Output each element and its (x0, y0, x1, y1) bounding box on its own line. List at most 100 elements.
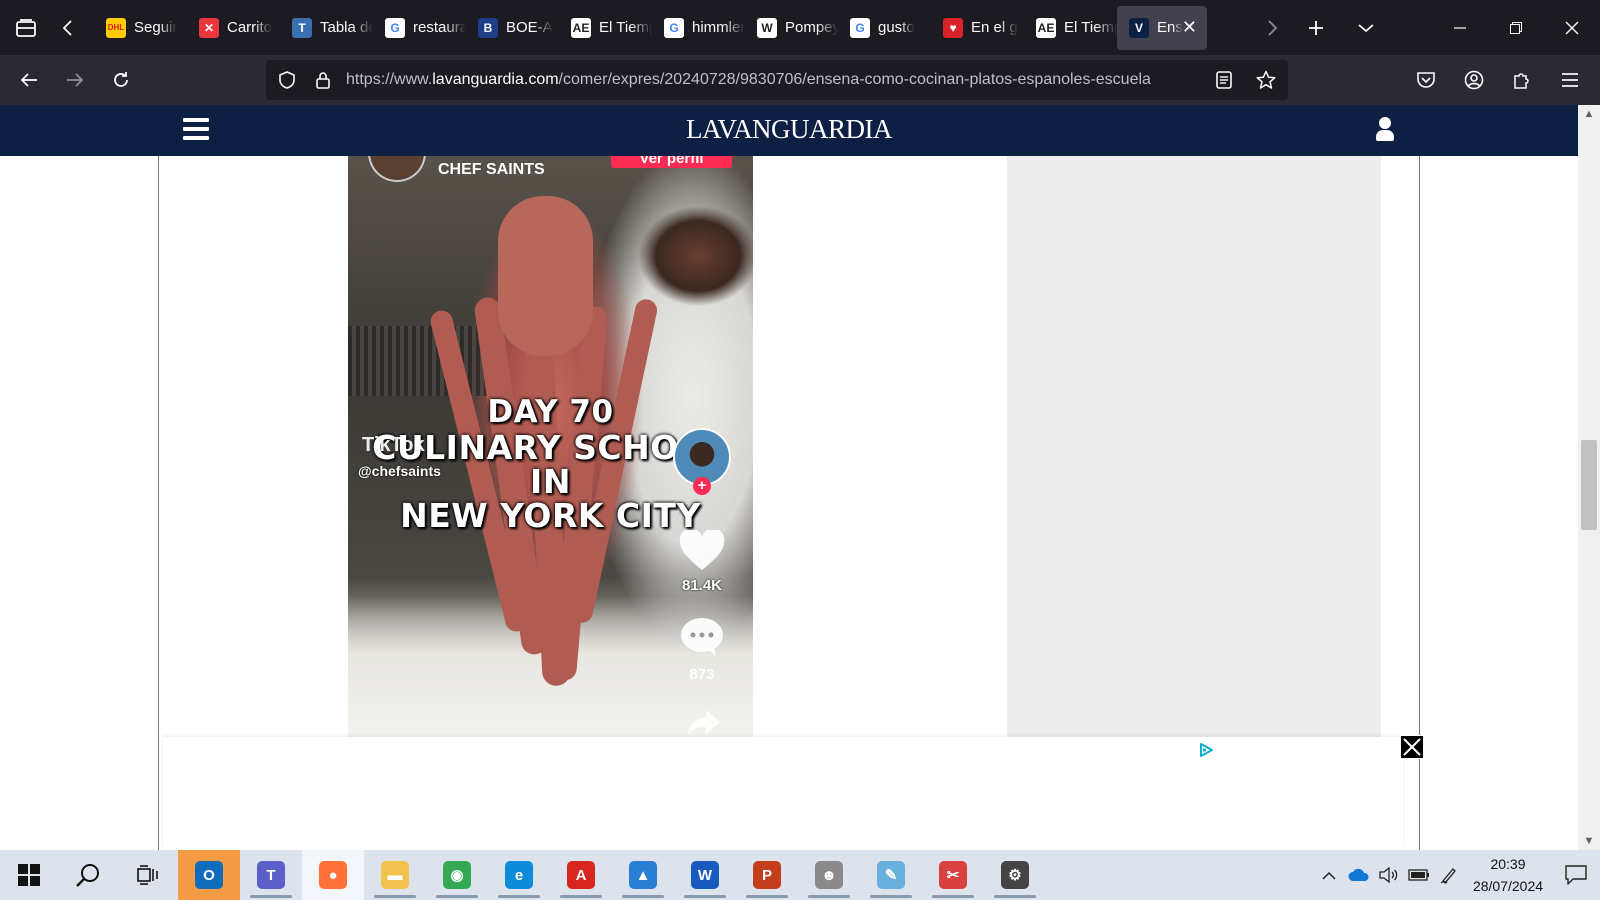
onedrive-cloud-icon[interactable] (1344, 850, 1374, 900)
pinned-apps: O T ● ▬ ◉ e A ▲ W P ☻ ✎ ✂ ⚙ (178, 850, 1046, 900)
adchoices-icon[interactable] (1198, 742, 1214, 758)
clock-date: 28/07/2024 (1472, 878, 1544, 894)
scroll-tabs-right-button[interactable] (1252, 0, 1292, 55)
file-explorer-icon: ▬ (381, 861, 409, 889)
arrow-left-icon (20, 73, 37, 87)
volume-icon[interactable] (1374, 850, 1404, 900)
taskbar-app-button[interactable]: ◉ (426, 850, 488, 900)
taskbar-app-button[interactable]: ✂ (922, 850, 984, 900)
browser-tab[interactable]: W Pompeya (745, 6, 838, 50)
new-tab-button[interactable] (1292, 0, 1340, 55)
taskbar-app-button[interactable]: ● (302, 850, 364, 900)
bottom-ad-banner[interactable] (163, 735, 1424, 850)
taskbar-app-button[interactable]: P (736, 850, 798, 900)
pocket-button[interactable] (1404, 62, 1448, 98)
system-clock[interactable]: 20:39 28/07/2024 (1464, 853, 1552, 897)
reader-view-button[interactable] (1206, 70, 1242, 90)
scroll-thumb[interactable] (1581, 440, 1597, 530)
google-icon: G (850, 17, 870, 38)
url-host: lavanguardia.com (432, 71, 559, 88)
notification-center-button[interactable] (1552, 850, 1600, 900)
close-tab-icon[interactable]: ✕ (1182, 17, 1197, 38)
browser-tab[interactable]: AE El Tiempo (1024, 6, 1117, 50)
address-bar[interactable]: https://www.lavanguardia.com/comer/expre… (266, 60, 1288, 100)
taskbar-app-button[interactable]: e (488, 850, 550, 900)
browser-tab[interactable]: AE El Tiempo (559, 6, 652, 50)
browser-tab[interactable]: Grestaurante (373, 6, 466, 50)
user-account-icon[interactable] (1374, 117, 1396, 143)
list-all-tabs-button[interactable] (1340, 0, 1392, 55)
tab-title: Ens (1157, 19, 1183, 36)
close-window-button[interactable] (1544, 0, 1600, 55)
game-icon: ☻ (815, 861, 843, 889)
tab-strip-controls (1252, 0, 1600, 55)
browser-tab[interactable]: V Ens ✕ (1117, 5, 1207, 50)
browser-tab[interactable]: Ghimmler (652, 6, 745, 50)
taskbar-app-button[interactable]: ▬ (364, 850, 426, 900)
view-profile-button[interactable]: Ver perfil (611, 156, 732, 168)
acrobat-icon: A (567, 861, 595, 889)
browser-tab[interactable]: ♥ En el g (931, 6, 1024, 50)
tab-list: DHLSeguir✕CarritoTTabla deGrestauranteBB… (94, 0, 1207, 55)
taskbar-app-button[interactable]: O (178, 850, 240, 900)
battery-icon[interactable] (1404, 850, 1434, 900)
back-button[interactable] (8, 62, 50, 98)
close-ad-button[interactable] (1400, 735, 1424, 759)
site-logo[interactable]: LAVANGUARDIA (0, 114, 1578, 145)
url-prefix: https://www. (346, 71, 433, 88)
heart-icon[interactable] (679, 530, 725, 572)
comment-icon[interactable] (680, 617, 724, 657)
menu-icon (1562, 73, 1578, 87)
task-view-icon (137, 865, 158, 885)
minimize-button[interactable] (1432, 0, 1488, 55)
creator-handle[interactable]: @chefsaints (358, 463, 441, 479)
taskbar-app-button[interactable]: T (240, 850, 302, 900)
pen-ink-icon[interactable] (1434, 850, 1464, 900)
browser-tab[interactable]: T Tabla de (280, 6, 373, 50)
author-name[interactable]: CHEF SAINTS (438, 161, 545, 179)
scroll-up-arrow-icon[interactable]: ▲ (1578, 105, 1600, 123)
app-menu-button[interactable] (1548, 62, 1592, 98)
scroll-down-arrow-icon[interactable]: ▼ (1578, 832, 1600, 850)
browser-tab[interactable]: DHL Seguir (94, 6, 187, 50)
taskbar-app-button[interactable]: ☻ (798, 850, 860, 900)
google-icon: G (664, 17, 684, 38)
show-hidden-icons-chevron-up-icon[interactable] (1314, 850, 1344, 900)
reload-button[interactable] (100, 62, 142, 98)
taskbar-app-button[interactable]: ✎ (860, 850, 922, 900)
close-icon (1565, 21, 1579, 34)
tracking-protection-shield-icon[interactable] (272, 71, 302, 89)
share-icon[interactable] (686, 708, 722, 738)
star-icon (1256, 70, 1276, 89)
extensions-button[interactable] (1500, 62, 1544, 98)
browser-tab[interactable]: Ggusto (838, 6, 931, 50)
taskbar-app-button[interactable]: A (550, 850, 612, 900)
start-button[interactable] (0, 850, 58, 900)
page-scrollbar[interactable]: ▲ ▼ (1578, 105, 1600, 850)
user-icon-body (1376, 130, 1394, 141)
scroll-tabs-left-button[interactable] (48, 8, 88, 48)
taskbar-app-button[interactable]: ▲ (612, 850, 674, 900)
tab-title: En el g (971, 19, 1018, 36)
follow-plus-icon[interactable]: + (693, 477, 711, 495)
firefox-view-button[interactable] (6, 8, 46, 48)
account-button[interactable] (1452, 62, 1496, 98)
url-text[interactable]: https://www.lavanguardia.com/comer/expre… (346, 71, 1216, 89)
arrow-right-icon (67, 73, 84, 87)
lock-icon[interactable] (308, 71, 338, 89)
taskbar-app-button[interactable]: W (674, 850, 736, 900)
author-avatar[interactable] (368, 156, 426, 182)
browser-tab[interactable]: B BOE-A (466, 6, 559, 50)
bookmark-star-button[interactable] (1248, 70, 1284, 90)
tab-title: Carrito (227, 19, 273, 36)
forward-button[interactable] (54, 62, 96, 98)
notification-icon (1565, 865, 1587, 885)
restore-button[interactable] (1488, 0, 1544, 55)
url-path: /comer/expres/20240728/9830706/ensena-co… (558, 71, 1151, 88)
search-button[interactable] (58, 850, 118, 900)
task-view-button[interactable] (118, 850, 178, 900)
tab-title: Pompeya (785, 19, 838, 36)
browser-tab[interactable]: ✕ Carrito (187, 6, 280, 50)
taskbar-app-button[interactable]: ⚙ (984, 850, 1046, 900)
tiktok-video-embed[interactable]: CHEF SAINTS Ver perfil DAY 70 CULINARY S… (348, 156, 753, 756)
